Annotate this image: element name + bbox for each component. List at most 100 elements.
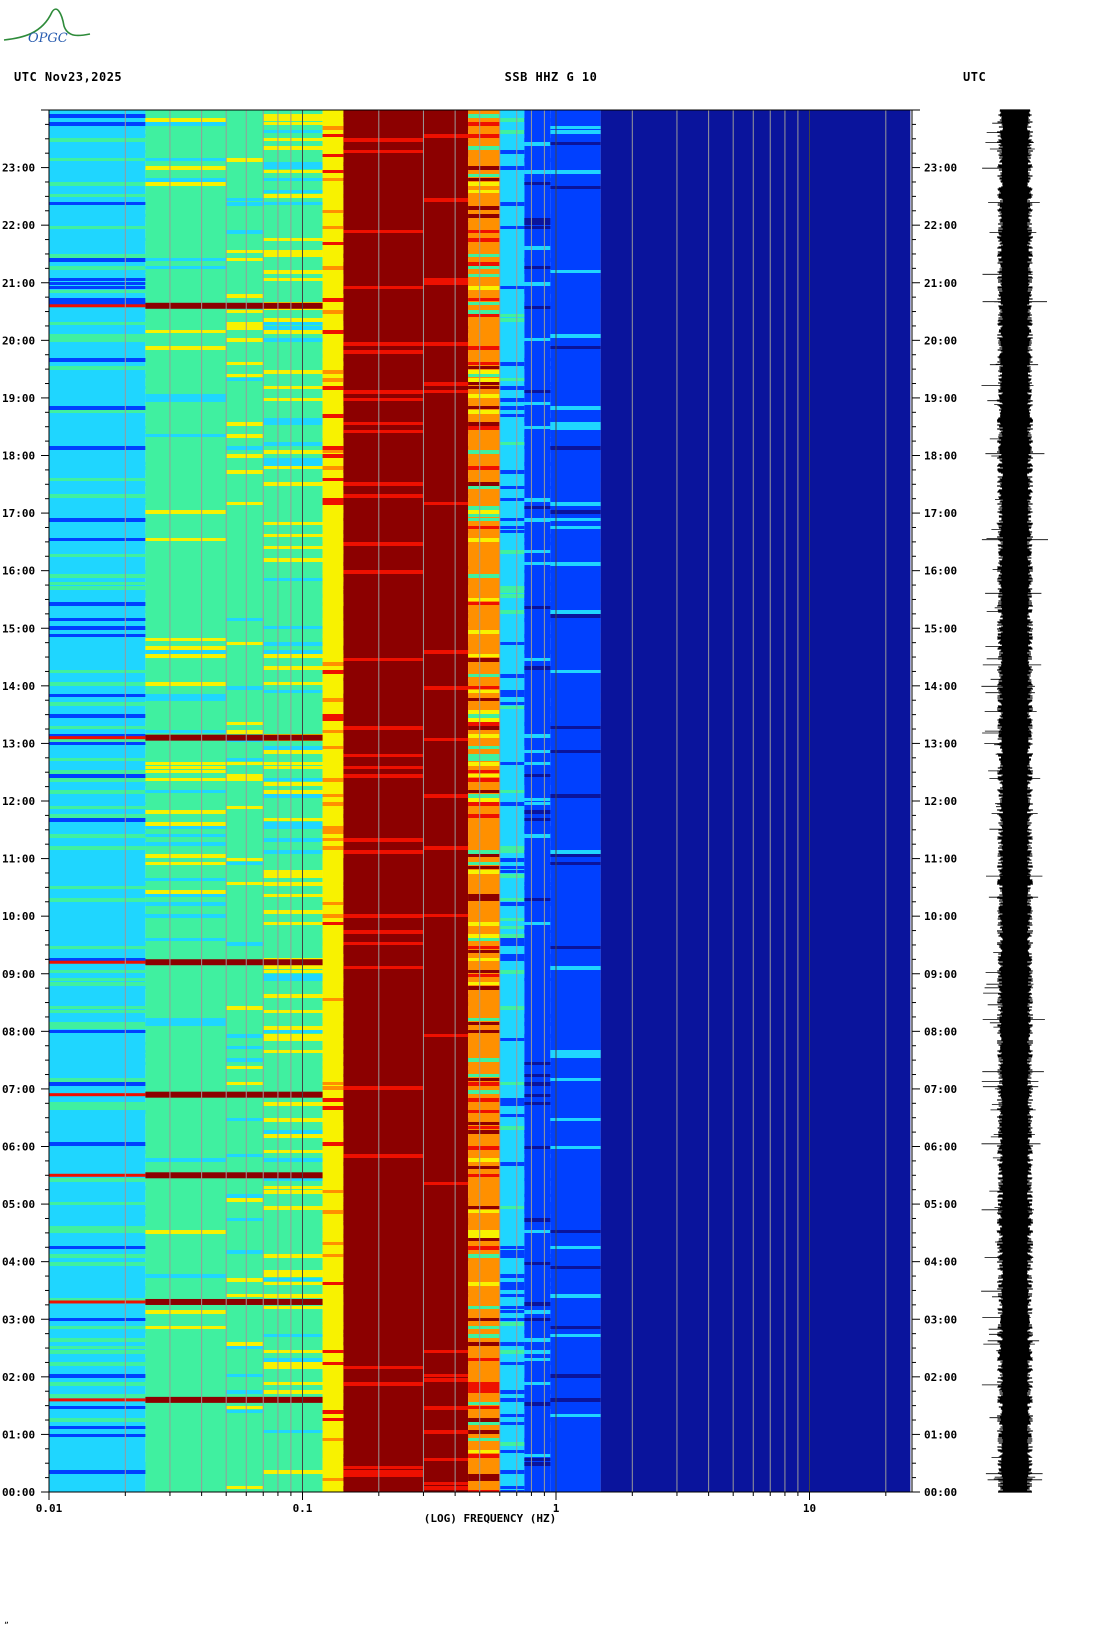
spectrogram-stripe <box>145 550 227 553</box>
spectrogram-stripe <box>322 1362 344 1365</box>
spectrogram-stripe <box>322 706 344 710</box>
spectrogram-stripe <box>499 1158 525 1162</box>
spectrogram-stripe <box>468 974 500 977</box>
energy-event <box>49 960 146 964</box>
spectrogram-stripe <box>550 290 601 293</box>
waveform-path <box>997 109 1033 1493</box>
spectrogram-stripe <box>524 742 551 746</box>
spectrogram-stripe <box>322 738 344 741</box>
spectrogram-stripe <box>499 322 525 325</box>
spectrogram-stripe <box>49 194 146 197</box>
spectrogram-stripe <box>524 1278 551 1282</box>
spectrogram-stripe <box>524 1230 551 1233</box>
spectrogram-stripe <box>499 674 525 678</box>
spectrogram-stripe <box>343 730 424 734</box>
spectrogram-stripe <box>524 1454 551 1457</box>
spectrogram-stripe <box>499 1390 525 1394</box>
spectrogram-stripe <box>145 1222 227 1225</box>
spectrogram-stripe <box>468 1110 500 1113</box>
spectrogram-stripe <box>263 1130 323 1134</box>
spectrogram-stripe <box>322 1426 344 1429</box>
spectrogram-stripe <box>343 530 424 534</box>
spectrogram-stripe <box>468 486 500 489</box>
spectrogram-stripe <box>423 846 469 850</box>
spectrogram-stripe <box>468 262 500 266</box>
spectrogram-stripe <box>145 1430 227 1434</box>
spectrogram-stripe <box>322 302 344 306</box>
spectrogram-stripe <box>550 1110 601 1114</box>
spectrogram-stripe <box>49 1006 146 1009</box>
spectrogram-stripe <box>226 1314 264 1318</box>
spectrogram-stripe <box>468 194 500 198</box>
spectrogram-stripe <box>145 298 227 301</box>
spectrogram-stripe <box>343 494 424 498</box>
spectrogram-stripe <box>322 1202 344 1205</box>
spectrogram-stripe <box>263 602 323 606</box>
spectrogram-stripe <box>499 562 525 565</box>
spectrogram-stripe <box>49 314 146 318</box>
spectrogram-stripe <box>226 286 264 290</box>
spectrogram-stripe <box>468 938 500 941</box>
spectrogram-stripe <box>226 1022 264 1025</box>
spectrogram-stripe <box>226 986 264 990</box>
spectrogram-stripe <box>145 1286 227 1290</box>
spectrogram-stripe <box>423 1482 469 1485</box>
spectrogram-stripe <box>226 698 264 701</box>
spectrogram-stripe <box>423 254 469 258</box>
spectrogram-stripe <box>499 382 525 385</box>
spectrogram-stripe <box>499 642 525 645</box>
y-tick-label-left: 11:00 <box>2 853 35 866</box>
spectrogram-stripe <box>49 726 146 729</box>
spectrogram-stripe <box>468 686 500 689</box>
spectrogram-stripe <box>263 346 323 349</box>
spectrogram-stripe <box>423 502 469 505</box>
spectrogram-stripe <box>322 142 344 145</box>
spectrogram-stripe <box>524 506 551 509</box>
spectrogram-stripe <box>499 1294 525 1297</box>
spectrogram-stripe <box>423 930 469 933</box>
spectrogram-stripe <box>263 1274 323 1277</box>
spectrogram-stripe <box>524 418 551 422</box>
spectrogram-stripe <box>343 814 424 818</box>
spectrogram-stripe <box>263 150 323 153</box>
spectrogram-stripe <box>263 1278 323 1281</box>
spectrogram-stripe <box>263 1146 323 1149</box>
spectrogram-stripe <box>343 850 424 854</box>
spectrogram-stripe <box>145 830 227 833</box>
spectrogram-stripe <box>499 294 525 298</box>
spectrogram-stripe <box>322 1282 344 1285</box>
spectrogram-stripe <box>322 298 344 302</box>
spectrogram-stripe <box>49 830 146 833</box>
spectrogram-stripe <box>49 1246 146 1249</box>
spectrogram-stripe <box>226 990 264 994</box>
spectrogram-stripe <box>322 250 344 253</box>
spectrogram-stripe <box>524 606 551 609</box>
spectrogram-stripe <box>49 1382 146 1386</box>
spectrogram-stripe <box>499 858 525 862</box>
spectrogram-stripe <box>524 1206 551 1210</box>
spectrogram-stripe <box>263 418 323 422</box>
spectrogram-stripe <box>322 1210 344 1214</box>
spectrogram-stripe <box>524 778 551 782</box>
spectrogram-stripe <box>49 446 146 450</box>
spectrogram-stripe <box>145 1046 227 1050</box>
spectrogram-stripe <box>524 1134 551 1138</box>
spectrogram-stripe <box>468 306 500 309</box>
spectrogram-stripe <box>263 202 323 205</box>
spectrogram-stripe <box>423 1446 469 1449</box>
spectrogram-stripe <box>263 874 323 878</box>
spectrogram-stripe <box>423 242 469 245</box>
spectrogram-stripe <box>524 542 551 545</box>
waveform-trace <box>981 109 1048 1493</box>
spectrogram-stripe <box>322 194 344 198</box>
spectrogram-stripe <box>322 794 344 797</box>
spectrogram-stripe <box>263 1178 323 1181</box>
spectrogram-stripe <box>499 118 525 122</box>
spectrogram-stripe <box>263 1378 323 1382</box>
spectrogram-stripe <box>468 1410 500 1413</box>
spectrogram-stripe <box>550 790 601 793</box>
spectrogram-stripe <box>49 322 146 325</box>
spectrogram-stripe <box>322 362 344 366</box>
spectrogram-stripe <box>468 714 500 718</box>
spectrogram-stripe <box>423 226 469 230</box>
